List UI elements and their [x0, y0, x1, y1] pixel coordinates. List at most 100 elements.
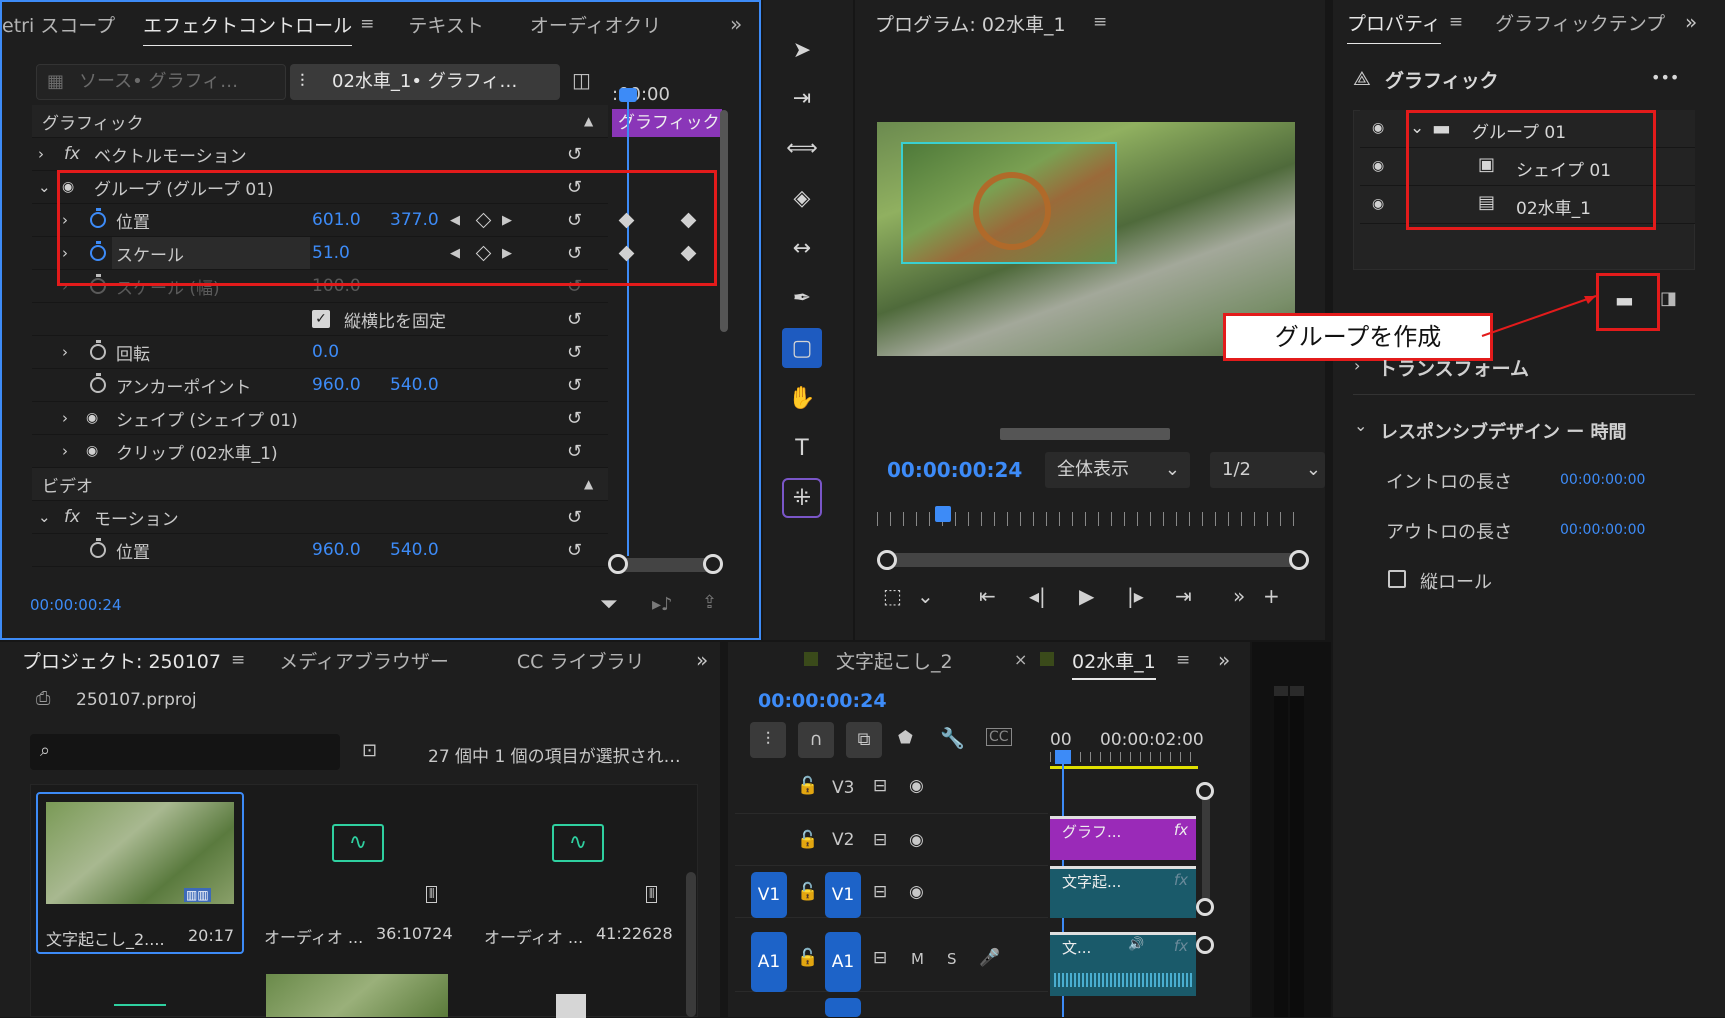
type-tool-icon[interactable]: T	[782, 428, 822, 468]
nested-frame[interactable]	[901, 142, 1117, 264]
vscroll-handle-audio[interactable]	[1196, 936, 1214, 954]
scroll-handle-right[interactable]	[703, 554, 723, 574]
wrench-icon[interactable]: 🔧	[940, 726, 965, 750]
reset-icon[interactable]: ↺	[567, 408, 582, 429]
rectangle-tool-icon[interactable]: ▢	[782, 328, 822, 368]
overflow-icon[interactable]: »	[1218, 648, 1230, 672]
playhead-line[interactable]	[627, 94, 629, 556]
chevron-down-icon[interactable]: ⌄	[38, 508, 51, 526]
tab-project[interactable]: プロジェクト: 250107	[0, 647, 235, 674]
lock-icon[interactable]: 🔓	[797, 882, 818, 902]
zoom-bar[interactable]	[887, 553, 1297, 567]
slip-tool-icon[interactable]: ↔	[782, 228, 822, 268]
project-item[interactable]: ▥▥ 文字起こし_2.... 20:17	[36, 792, 244, 954]
more-options-icon[interactable]: •••	[1651, 68, 1679, 87]
reset-icon[interactable]: ↺	[567, 144, 582, 165]
work-area-bar[interactable]	[1050, 766, 1198, 769]
track-target-extra[interactable]	[825, 998, 861, 1017]
track-name[interactable]: V2	[832, 830, 854, 850]
effect-timecode[interactable]: 00:00:00:24	[30, 596, 122, 614]
stopwatch-icon[interactable]	[90, 373, 106, 393]
tab-lumetri-scope[interactable]: etri スコープ	[2, 11, 129, 38]
chevron-right-icon[interactable]: ›	[62, 409, 68, 427]
search-field[interactable]: ⌕	[30, 734, 340, 770]
graphic-clip[interactable]: グラフ... fx	[1050, 816, 1196, 860]
rotation-row[interactable]: › 回転 0.0 ↺	[32, 336, 608, 369]
zoom-handle-right[interactable]	[1289, 550, 1309, 570]
toggle-timeline-icon[interactable]: ◫	[572, 68, 591, 92]
timeline-vscroll[interactable]	[1202, 790, 1210, 906]
intro-value[interactable]: 00:00:00:00	[1560, 472, 1645, 488]
chevron-right-icon[interactable]: ›	[1354, 356, 1360, 375]
eye-icon[interactable]: ◉	[909, 882, 924, 902]
zoom-select[interactable]: 全体表示 ⌄	[1045, 452, 1190, 488]
tab-sequence[interactable]: 02水車_1	[1072, 647, 1156, 680]
rotation-value[interactable]: 0.0	[312, 342, 339, 362]
find-icon[interactable]: ⊡	[362, 740, 377, 761]
motion-y-value[interactable]: 540.0	[390, 540, 439, 560]
vscroll-handle-bottom[interactable]	[1196, 898, 1214, 916]
reset-icon[interactable]: ↺	[567, 375, 582, 396]
lock-icon[interactable]: 🔓	[797, 830, 818, 850]
chevron-right-icon[interactable]: ›	[62, 343, 68, 361]
program-timecode[interactable]: 00:00:00:24	[887, 458, 1022, 482]
eye-icon[interactable]: ◉	[909, 830, 924, 850]
insert-nest-icon[interactable]: ⫶	[750, 722, 786, 758]
eye-icon[interactable]: ◉	[909, 776, 924, 796]
monitor-playhead[interactable]	[935, 506, 951, 522]
menu-icon[interactable]: ≡	[1176, 650, 1190, 670]
tab-cc-libraries[interactable]: CC ライブラリ	[503, 647, 659, 674]
reset-icon[interactable]: ↺	[567, 342, 582, 363]
selection-tool-icon[interactable]: ➤	[782, 30, 822, 70]
lock-icon[interactable]: 🔓	[797, 776, 818, 796]
stopwatch-icon[interactable]	[90, 340, 106, 360]
search-input[interactable]	[70, 738, 330, 766]
motion-x-value[interactable]: 960.0	[312, 540, 361, 560]
shape-row[interactable]: › ◉ シェイプ (シェイプ 01) ↺	[32, 402, 608, 435]
monitor-scrollbar[interactable]	[1000, 428, 1170, 440]
step-back-icon[interactable]: ◂|	[1029, 584, 1046, 608]
anchor-y-value[interactable]: 540.0	[390, 375, 439, 395]
overflow-icon[interactable]: »	[1233, 584, 1245, 608]
tab-media-browser[interactable]: メディアブラウザー	[265, 647, 463, 674]
track-name[interactable]: V3	[832, 778, 854, 798]
go-to-in-icon[interactable]: ⇤	[979, 584, 996, 608]
marker-icon[interactable]: ⬟	[898, 728, 913, 748]
captions-icon[interactable]: CC	[986, 728, 1012, 746]
scroll-handle-left[interactable]	[608, 554, 628, 574]
menu-icon[interactable]: ≡	[1093, 12, 1107, 32]
uniform-scale-row[interactable]: ✓ 縦横比を固定 ↺	[32, 303, 608, 336]
scrollbar[interactable]	[686, 872, 696, 1017]
add-button-icon[interactable]: +	[1263, 584, 1280, 608]
audio-clip[interactable]: 文... 🔊 fx	[1050, 932, 1196, 996]
eye-icon[interactable]: ◉	[1372, 158, 1384, 174]
vector-motion-row[interactable]: › fx ベクトルモーション ↺	[32, 138, 608, 171]
source-selector[interactable]: ▦ ソース• グラフィ…	[36, 64, 286, 100]
collapse-icon[interactable]: ▲	[584, 477, 593, 491]
transform-label[interactable]: トランスフォーム	[1378, 354, 1529, 381]
zoom-handle-left[interactable]	[877, 550, 897, 570]
resolution-select[interactable]: 1/2 ⌄	[1210, 452, 1325, 488]
vertical-scrollbar[interactable]	[720, 110, 728, 332]
play-icon[interactable]: ▶	[1079, 584, 1094, 608]
chevron-down-icon[interactable]: ⌄	[38, 178, 51, 196]
sync-icon[interactable]: ⊟	[873, 948, 887, 968]
razor-tool-icon[interactable]: ◈	[782, 178, 822, 218]
track-target-a1[interactable]: A1	[825, 932, 861, 992]
hand-tool-icon[interactable]: ✋	[782, 378, 822, 418]
fx-badge[interactable]: fx	[1174, 871, 1188, 889]
collapse-icon[interactable]: ▲	[584, 114, 593, 128]
responsive-design-label[interactable]: レスポンシブデザイン ー 時間	[1380, 418, 1627, 444]
reset-icon[interactable]: ↺	[567, 441, 582, 462]
outro-value[interactable]: 00:00:00:00	[1560, 522, 1645, 538]
reset-icon[interactable]: ↺	[567, 507, 582, 528]
fx-badge[interactable]: fx	[1174, 821, 1188, 839]
tab-transcript-sequence[interactable]: 文字起こし_2	[836, 647, 953, 674]
uniform-scale-checkbox[interactable]: ✓	[312, 310, 330, 328]
go-to-out-icon[interactable]: ⇥	[1175, 584, 1192, 608]
clip-selector[interactable]: ⫶ 02水車_1• グラフィ…	[290, 64, 560, 100]
sync-icon[interactable]: ⊟	[873, 882, 887, 902]
export-icon[interactable]: ⇪	[702, 592, 717, 613]
pen-tool-icon[interactable]: ✒	[782, 278, 822, 318]
timeline-timecode[interactable]: 00:00:00:24	[758, 690, 887, 712]
